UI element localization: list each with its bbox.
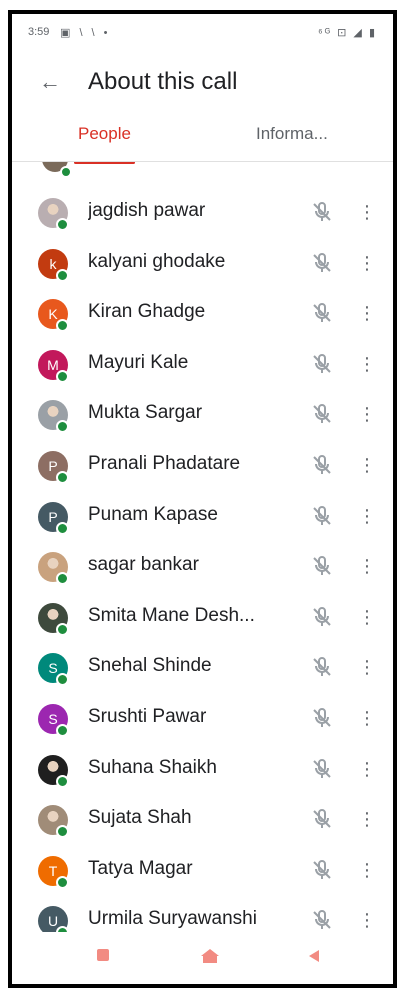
- presence-indicator: [56, 724, 69, 737]
- mic-off-icon[interactable]: [310, 807, 334, 831]
- participant-name: Sujata Shah: [88, 807, 192, 829]
- more-options-icon[interactable]: ⋮: [358, 807, 376, 831]
- mic-off-icon[interactable]: [310, 655, 334, 679]
- more-options-icon[interactable]: ⋮: [358, 858, 376, 882]
- participant-name: Tatya Magar: [88, 857, 193, 879]
- presence-indicator: [56, 369, 69, 383]
- more-options-icon[interactable]: ⋮: [358, 504, 376, 528]
- status-bar: 3:59 ▣ \ \ • ⁶ᴳ ⊡ ◢ ▮: [12, 14, 393, 50]
- tab-information[interactable]: Informa...: [256, 124, 328, 162]
- participant-row[interactable]: jagdish pawar ⋮: [12, 186, 393, 237]
- more-options-icon[interactable]: ⋮: [358, 352, 376, 376]
- participant-name: Snehal Shinde: [88, 655, 212, 677]
- status-time: 3:59: [28, 26, 50, 38]
- presence-indicator: [56, 622, 69, 636]
- more-options-icon[interactable]: ⋮: [358, 402, 376, 426]
- participant-row[interactable]: sagar bankar ⋮: [12, 540, 393, 591]
- app-bar: ← About this call: [12, 50, 393, 114]
- tab-bar: People Informa...: [12, 114, 393, 164]
- notification-icons: ▣ \ \ •: [60, 27, 111, 39]
- mic-off-icon[interactable]: [310, 554, 334, 578]
- participant-row[interactable]: Smita Mane Desh... ⋮: [12, 591, 393, 642]
- participant-name: Urmila Suryawanshi: [88, 908, 257, 930]
- participant-row[interactable]: k kalyani ghodake ⋮: [12, 237, 393, 288]
- tab-information-label: Informa...: [256, 124, 328, 143]
- participant-name: Punam Kapase: [88, 503, 218, 525]
- more-options-icon[interactable]: ⋮: [358, 908, 376, 932]
- participant-name: Srushti Pawar: [88, 706, 207, 727]
- presence-indicator: [56, 572, 69, 586]
- home-icon[interactable]: [200, 948, 220, 964]
- mic-off-icon[interactable]: [310, 706, 334, 730]
- participant-row[interactable]: U Urmila Suryawanshi ⋮: [12, 894, 393, 932]
- more-options-icon[interactable]: ⋮: [358, 554, 376, 578]
- more-options-icon[interactable]: ⋮: [358, 453, 376, 477]
- presence-indicator: [56, 774, 69, 788]
- people-list[interactable]: jagdish pawar ⋮ k kalyani ghodake ⋮ K Kiran Gh…: [12, 162, 393, 932]
- participant-row[interactable]: P Punam Kapase ⋮: [12, 490, 393, 541]
- presence-indicator: [56, 875, 69, 889]
- mic-off-icon[interactable]: [310, 251, 334, 275]
- participant-name: Pranali Phadatare: [88, 453, 241, 474]
- presence-indicator: [56, 673, 69, 687]
- more-options-icon[interactable]: ⋮: [358, 757, 376, 781]
- back-arrow-icon[interactable]: ←: [34, 68, 66, 96]
- mic-off-icon[interactable]: [310, 402, 334, 426]
- participant-name: Mukta Sargar: [88, 402, 203, 424]
- presence-indicator: [56, 521, 69, 535]
- participant-row[interactable]: S Srushti Pawar ⋮: [12, 692, 393, 743]
- more-options-icon[interactable]: ⋮: [358, 251, 376, 275]
- phone-screen: 3:59 ▣ \ \ • ⁶ᴳ ⊡ ◢ ▮ ← About this call …: [8, 10, 397, 988]
- participant-row[interactable]: Sujata Shah ⋮: [12, 793, 393, 844]
- presence-indicator: [56, 268, 69, 282]
- presence-indicator: [56, 218, 69, 231]
- presence-indicator: [56, 319, 69, 333]
- participant-name: kalyani ghodake: [88, 250, 226, 272]
- presence-indicator: [56, 825, 69, 839]
- more-options-icon[interactable]: ⋮: [358, 655, 376, 679]
- participant-row[interactable]: K Kiran Ghadge ⋮: [12, 287, 393, 338]
- participant-row[interactable]: Mukta Sargar ⋮: [12, 388, 393, 439]
- tab-people-label: People: [78, 124, 131, 143]
- mic-off-icon[interactable]: [310, 757, 334, 781]
- participant-name: Kiran Ghadge: [88, 301, 206, 323]
- participant-row[interactable]: T Tatya Magar ⋮: [12, 844, 393, 895]
- page-title: About this call: [88, 68, 238, 95]
- presence-indicator: [56, 420, 69, 434]
- mic-off-icon[interactable]: [310, 352, 334, 376]
- mic-off-icon[interactable]: [310, 858, 334, 882]
- presence-indicator: [56, 471, 69, 484]
- system-nav-bar: [12, 932, 393, 984]
- participant-row[interactable]: M Mayuri Kale ⋮: [12, 338, 393, 389]
- mic-off-icon[interactable]: [310, 453, 334, 477]
- participant-row[interactable]: P Pranali Phadatare ⋮: [12, 439, 393, 490]
- back-triangle-icon[interactable]: [306, 948, 322, 964]
- more-options-icon[interactable]: ⋮: [358, 301, 376, 325]
- system-status-icons: ⁶ᴳ ⊡ ◢ ▮: [318, 27, 377, 39]
- participant-name: jagdish pawar: [88, 200, 206, 221]
- tab-people[interactable]: People: [74, 124, 135, 164]
- participant-name: Mayuri Kale: [88, 351, 189, 373]
- mic-off-icon[interactable]: [310, 504, 334, 528]
- mic-off-icon[interactable]: [310, 301, 334, 325]
- mic-off-icon[interactable]: [310, 908, 334, 932]
- participant-name: sagar bankar: [88, 554, 199, 576]
- more-options-icon[interactable]: ⋮: [358, 605, 376, 629]
- presence-indicator: [60, 166, 72, 178]
- more-options-icon[interactable]: ⋮: [358, 200, 376, 224]
- participant-name: Suhana Shaikh: [88, 756, 217, 778]
- participant-row[interactable]: S Snehal Shinde ⋮: [12, 641, 393, 692]
- participant-row[interactable]: Suhana Shaikh ⋮: [12, 743, 393, 794]
- participant-name: Smita Mane Desh...: [88, 604, 255, 626]
- recents-icon[interactable]: [96, 948, 110, 962]
- more-options-icon[interactable]: ⋮: [358, 706, 376, 730]
- mic-off-icon[interactable]: [310, 200, 334, 224]
- mic-off-icon[interactable]: [310, 605, 334, 629]
